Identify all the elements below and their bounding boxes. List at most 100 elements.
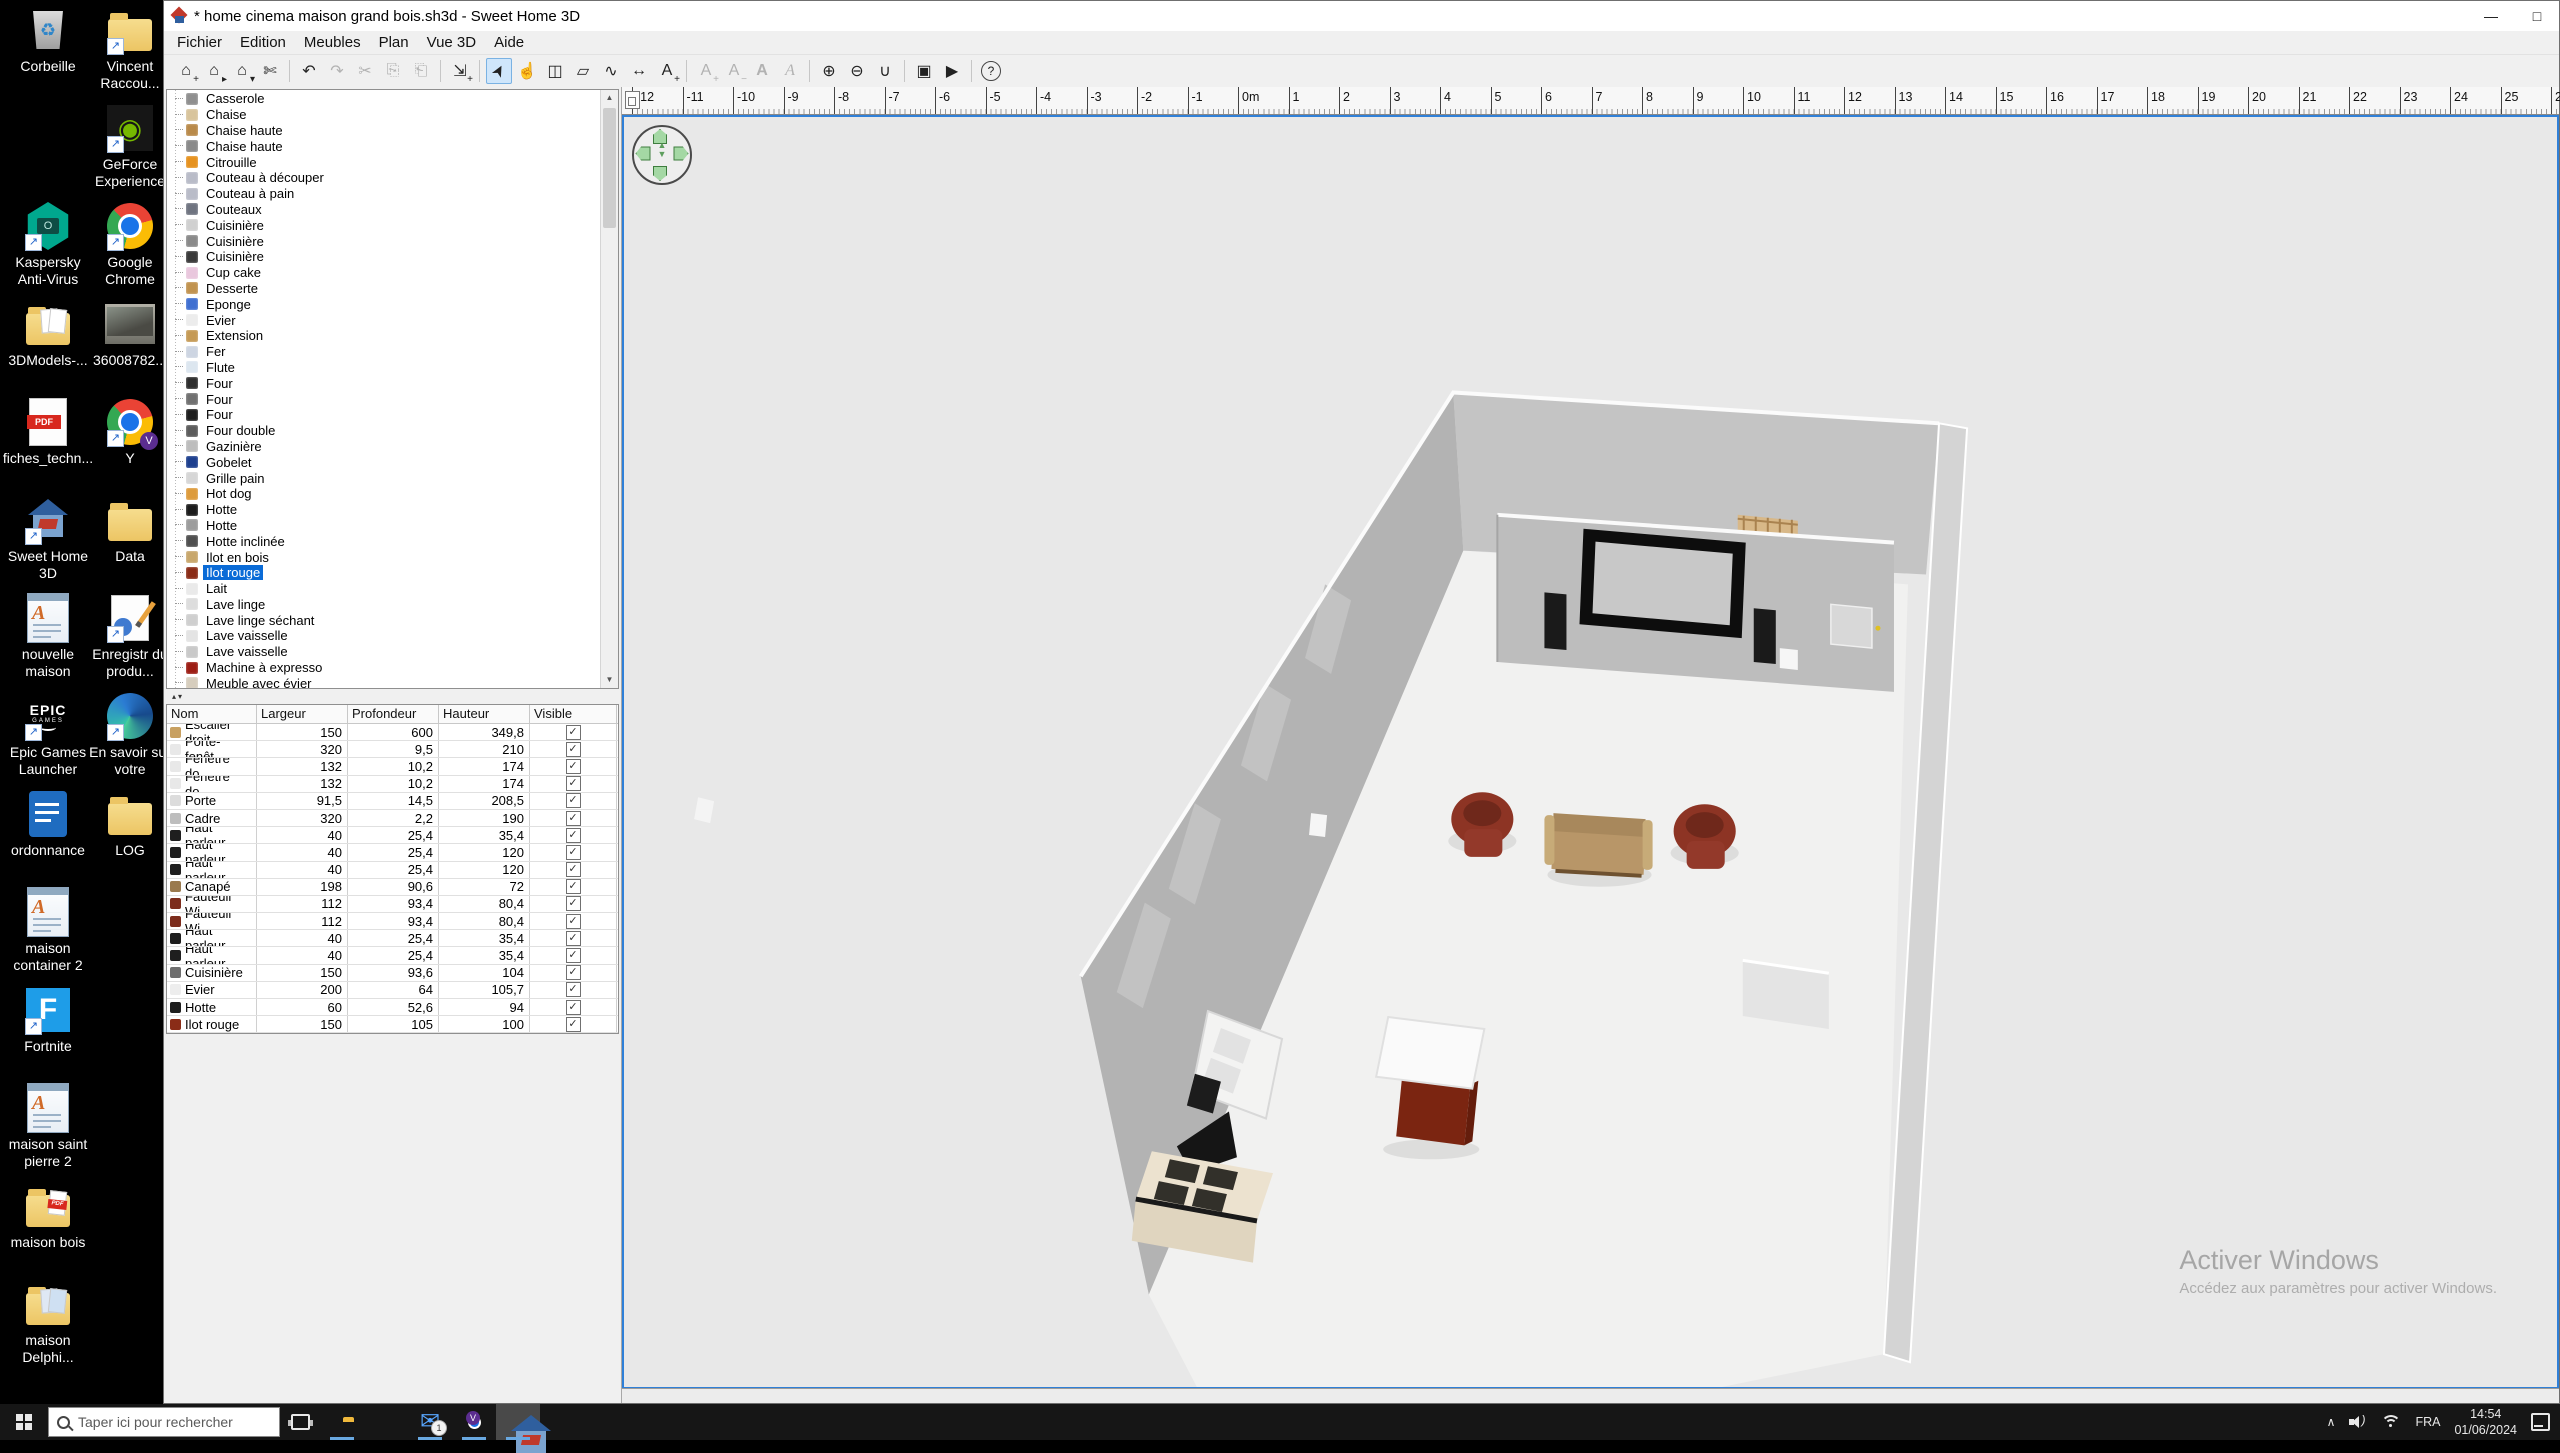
cell-largeur[interactable]: 132 xyxy=(257,758,348,774)
cell-nom[interactable]: Fauteuil Wi... xyxy=(167,913,257,929)
cell-visible[interactable]: ✓ xyxy=(530,965,617,981)
table-row[interactable]: Canapé19890,672✓ xyxy=(167,879,618,896)
cell-profondeur[interactable]: 64 xyxy=(348,982,439,998)
cell-nom[interactable]: Porte xyxy=(167,793,257,809)
action-center-icon[interactable] xyxy=(2531,1413,2550,1431)
cell-hauteur[interactable]: 174 xyxy=(439,758,530,774)
cell-nom[interactable]: Fenêtre do... xyxy=(167,758,257,774)
visible-checkbox[interactable]: ✓ xyxy=(566,982,581,997)
visible-checkbox[interactable]: ✓ xyxy=(566,828,581,843)
tray-chevron-icon[interactable]: ∧ xyxy=(2327,1415,2336,1429)
cell-nom[interactable]: Cuisinière xyxy=(167,965,257,981)
cell-visible[interactable]: ✓ xyxy=(530,1016,617,1032)
cell-nom[interactable]: Haut parleur xyxy=(167,844,257,860)
desktop-icon-kaspersky-anti-virus[interactable]: O↗Kaspersky Anti-Virus xyxy=(2,200,94,288)
visible-checkbox[interactable]: ✓ xyxy=(566,725,581,740)
column-header-profondeur[interactable]: Profondeur xyxy=(348,705,439,723)
pan-tool-button[interactable]: ☝ xyxy=(514,58,540,84)
cell-visible[interactable]: ✓ xyxy=(530,724,617,740)
table-row[interactable]: Fenêtre do...13210,2174✓ xyxy=(167,758,618,775)
catalog-item-hot-dog[interactable]: Hot dog xyxy=(167,486,601,502)
wifi-icon[interactable] xyxy=(2381,1415,2401,1429)
italic-button[interactable]: A xyxy=(777,58,803,84)
desktop-icon-ordonnance[interactable]: ordonnance xyxy=(2,788,94,859)
catalog-item-cuisinière[interactable]: Cuisinière xyxy=(167,233,601,249)
cell-largeur[interactable]: 60 xyxy=(257,999,348,1015)
catalog-item-fer[interactable]: Fer xyxy=(167,344,601,360)
cell-visible[interactable]: ✓ xyxy=(530,758,617,774)
cell-largeur[interactable]: 91,5 xyxy=(257,793,348,809)
create-rooms-button[interactable]: ▱ xyxy=(570,58,596,84)
undo-button[interactable]: ↶ xyxy=(296,58,322,84)
table-row[interactable]: Fauteuil Wi...11293,480,4✓ xyxy=(167,913,618,930)
visible-checkbox[interactable]: ✓ xyxy=(566,862,581,877)
cell-largeur[interactable]: 40 xyxy=(257,947,348,963)
catalog-item-cuisinière[interactable]: Cuisinière xyxy=(167,217,601,233)
zoom-in-button[interactable]: ⊕ xyxy=(816,58,842,84)
catalog-item-four[interactable]: Four xyxy=(167,375,601,391)
cell-hauteur[interactable]: 35,4 xyxy=(439,947,530,963)
cell-profondeur[interactable]: 93,4 xyxy=(348,896,439,912)
visible-checkbox[interactable]: ✓ xyxy=(566,914,581,929)
table-row[interactable]: Evier20064105,7✓ xyxy=(167,982,618,999)
catalog-item-chaise-haute[interactable]: Chaise haute xyxy=(167,138,601,154)
catalog-item-cup-cake[interactable]: Cup cake xyxy=(167,265,601,281)
desktop-icon-corbeille[interactable]: ♻Corbeille xyxy=(2,4,94,75)
catalog-item-eponge[interactable]: Eponge xyxy=(167,296,601,312)
open-home-button[interactable]: ⌂▸ xyxy=(201,58,227,84)
visible-checkbox[interactable]: ✓ xyxy=(566,759,581,774)
create-photo-button[interactable]: ▣ xyxy=(911,58,937,84)
catalog-item-citrouille[interactable]: Citrouille xyxy=(167,154,601,170)
3d-navigation-compass[interactable]: ▲▼ xyxy=(632,125,692,185)
3d-view[interactable]: ▲▼ Activer Windows Accédez aux paramètre… xyxy=(622,115,2559,1389)
taskbar-app-file-explorer[interactable] xyxy=(320,1404,364,1440)
cell-profondeur[interactable]: 25,4 xyxy=(348,827,439,843)
cell-largeur[interactable]: 40 xyxy=(257,930,348,946)
maximize-button[interactable]: □ xyxy=(2527,8,2547,24)
cell-hauteur[interactable]: 120 xyxy=(439,862,530,878)
cell-hauteur[interactable]: 120 xyxy=(439,844,530,860)
catalog-item-hotte[interactable]: Hotte xyxy=(167,502,601,518)
catalog-item-lave-vaisselle[interactable]: Lave vaisselle xyxy=(167,628,601,644)
preferences-button[interactable]: ✄ xyxy=(257,58,283,84)
new-home-button[interactable]: ⌂+ xyxy=(173,58,199,84)
column-header-largeur[interactable]: Largeur xyxy=(257,705,348,723)
cell-nom[interactable]: Haut parleur xyxy=(167,947,257,963)
visible-checkbox[interactable]: ✓ xyxy=(566,948,581,963)
table-row[interactable]: Fenêtre do...13210,2174✓ xyxy=(167,776,618,793)
cell-visible[interactable]: ✓ xyxy=(530,896,617,912)
virtual-visit-button[interactable]: ∪ xyxy=(872,58,898,84)
cell-profondeur[interactable]: 52,6 xyxy=(348,999,439,1015)
catalog-item-lait[interactable]: Lait xyxy=(167,581,601,597)
catalog-item-couteaux[interactable]: Couteaux xyxy=(167,202,601,218)
catalog-item-ilot-en-bois[interactable]: Ilot en bois xyxy=(167,549,601,565)
column-header-hauteur[interactable]: Hauteur xyxy=(439,705,530,723)
cell-hauteur[interactable]: 349,8 xyxy=(439,724,530,740)
catalog-item-ilot-rouge[interactable]: Ilot rouge xyxy=(167,565,601,581)
desktop-icon-fiches_techn-[interactable]: PDFfiches_techn... xyxy=(2,396,94,467)
cell-nom[interactable]: Haut parleur xyxy=(167,862,257,878)
cell-profondeur[interactable]: 2,2 xyxy=(348,810,439,826)
catalog-item-desserte[interactable]: Desserte xyxy=(167,281,601,297)
table-row[interactable]: Hotte6052,694✓ xyxy=(167,999,618,1016)
cell-visible[interactable]: ✓ xyxy=(530,913,617,929)
table-row[interactable]: Haut parleur4025,4120✓ xyxy=(167,862,618,879)
cell-visible[interactable]: ✓ xyxy=(530,879,617,895)
task-view-button[interactable] xyxy=(280,1404,320,1440)
taskbar-app-edge[interactable] xyxy=(364,1404,408,1440)
catalog-item-couteau-à-découper[interactable]: Couteau à découper xyxy=(167,170,601,186)
cell-largeur[interactable]: 198 xyxy=(257,879,348,895)
desktop-icon-maison-bois[interactable]: PDFmaison bois xyxy=(2,1180,94,1251)
cell-largeur[interactable]: 112 xyxy=(257,913,348,929)
cell-hauteur[interactable]: 174 xyxy=(439,776,530,792)
cell-profondeur[interactable]: 14,5 xyxy=(348,793,439,809)
catalog-item-flute[interactable]: Flute xyxy=(167,360,601,376)
start-button[interactable] xyxy=(0,1404,48,1440)
taskbar-app-sweet-home-3d[interactable] xyxy=(496,1404,540,1440)
cell-nom[interactable]: Escalier droit xyxy=(167,724,257,740)
create-polylines-button[interactable]: ∿ xyxy=(598,58,624,84)
cell-visible[interactable]: ✓ xyxy=(530,930,617,946)
increase-text-size-button[interactable]: A+ xyxy=(693,58,719,84)
catalog-item-gazinière[interactable]: Gazinière xyxy=(167,439,601,455)
cell-hauteur[interactable]: 105,7 xyxy=(439,982,530,998)
